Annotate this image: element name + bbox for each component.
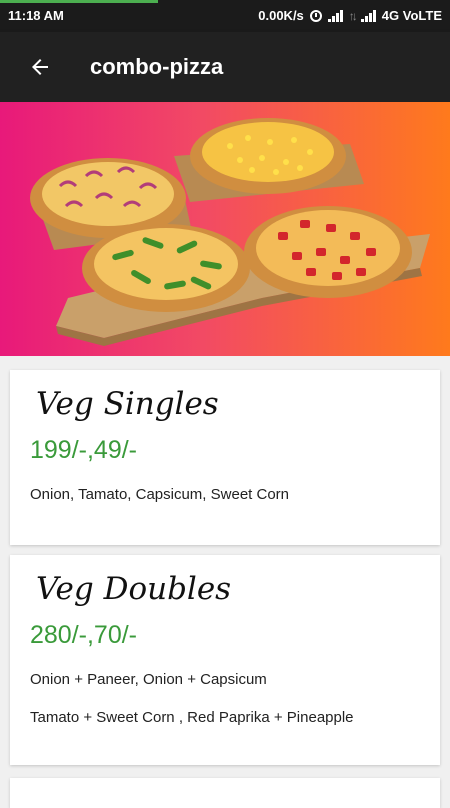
hero-banner — [0, 102, 450, 356]
pizza-capsicum — [82, 224, 250, 312]
status-indicators: 0.00K/s ↑↓ 4G VoLTE — [258, 8, 442, 23]
alarm-icon — [309, 9, 322, 22]
data-arrows-icon: ↑↓ — [348, 8, 358, 23]
app-bar: combo-pizza — [0, 32, 450, 102]
network-speed: 0.00K/s — [258, 8, 304, 23]
menu-card-veg-doubles[interactable]: Veg Doubles 280/-,70/- Onion + Paneer, O… — [10, 555, 440, 765]
card-price: 280/-,70/- — [30, 621, 138, 649]
card-description: Onion, Tamato, Capsicum, Sweet Corn — [30, 486, 290, 503]
signal-icon-2 — [360, 9, 376, 22]
card-title: Veg Singles — [36, 386, 219, 422]
card-title: Veg Doubles — [36, 571, 232, 607]
page-title: combo-pizza — [90, 54, 224, 79]
back-button[interactable] — [22, 49, 58, 85]
menu-card-partial[interactable] — [10, 778, 440, 808]
network-type: 4G VoLTE — [381, 8, 442, 23]
menu-card-veg-singles[interactable]: Veg Singles 199/-,49/- Onion, Tamato, Ca… — [10, 370, 440, 545]
status-bar: 11:18 AM 0.00K/s ↑↓ 4G VoLTE — [0, 0, 450, 32]
card-description: Tamato + Sweet Corn , Red Paprika + Pine… — [30, 709, 354, 726]
pizza-combo-photo — [30, 118, 430, 346]
pizza-corn — [190, 118, 346, 194]
card-description: Onion + Paneer, Onion + Capsicum — [30, 671, 267, 688]
pizza-paprika — [244, 206, 412, 298]
card-price: 199/-,49/- — [30, 436, 138, 464]
signal-icon — [327, 9, 343, 22]
status-time: 11:18 AM — [8, 8, 64, 23]
arrow-left-icon — [32, 59, 48, 75]
status-progress-bar — [0, 0, 158, 3]
